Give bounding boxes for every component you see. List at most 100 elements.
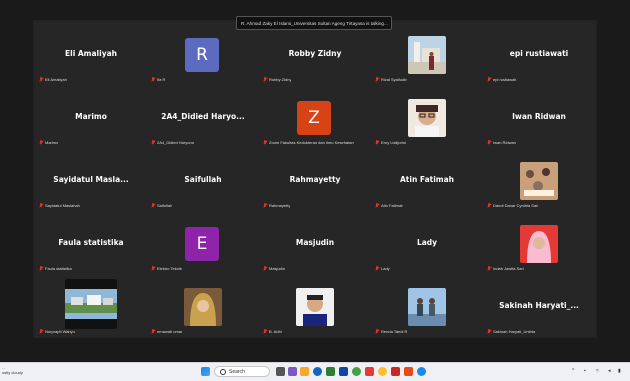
app-icon-3[interactable] bbox=[339, 367, 348, 376]
participant-tile[interactable]: Rizal Syaifudin bbox=[371, 22, 483, 85]
zoom-gallery-view: Eli Amaliyah Eli Amaliyah R Ifa R Robby Zidn… bbox=[0, 0, 630, 362]
participant-video bbox=[408, 288, 446, 326]
participant-video bbox=[520, 162, 558, 200]
app-tray-icon[interactable]: ▪ bbox=[584, 368, 586, 374]
chevron-up-icon[interactable]: ^ bbox=[572, 368, 574, 374]
mic-muted-icon bbox=[263, 266, 267, 271]
participant-name-label: Nurprapti Wahyu bbox=[39, 329, 75, 334]
participant-name-label: Dandi Danar Cynthia Sari bbox=[487, 203, 538, 208]
participant-name-label: Marimo bbox=[39, 140, 58, 145]
task-view-icon[interactable] bbox=[276, 367, 285, 376]
app-icon-2[interactable] bbox=[326, 367, 335, 376]
participant-tile[interactable]: 2A4_Didied Haryo... 2A4_Didied Haryono bbox=[147, 85, 259, 148]
participant-tile[interactable]: B. Adhi bbox=[259, 274, 371, 337]
participant-tile[interactable]: Iwan Ridwan Iwan Ridwan bbox=[483, 85, 595, 148]
volume-icon[interactable]: ◂ bbox=[608, 368, 611, 374]
participant-display-name: Sayidatul Masla... bbox=[53, 175, 129, 184]
wifi-icon[interactable]: ≈ bbox=[596, 368, 599, 374]
participant-name: Indah Jawita Sari bbox=[493, 266, 524, 271]
app-icon-4[interactable] bbox=[352, 367, 361, 376]
participant-tile[interactable]: Z Zoom Fakultas Kedokteran dan Ilmu Keseh… bbox=[259, 85, 371, 148]
participant-name: Dandi Danar Cynthia Sari bbox=[493, 203, 539, 208]
participant-name: Marimo bbox=[45, 140, 59, 145]
participant-tile[interactable]: epi rustiawati epi rustiawati bbox=[483, 22, 595, 85]
app-icon-1[interactable] bbox=[288, 367, 297, 376]
participant-name-label: Sayidatul Maslahah bbox=[39, 203, 80, 208]
app-icon-7[interactable] bbox=[404, 367, 413, 376]
mic-muted-icon bbox=[151, 266, 155, 271]
participant-video bbox=[184, 288, 222, 326]
participant-display-name: epi rustiawati bbox=[509, 49, 569, 58]
search-placeholder: Search bbox=[229, 368, 245, 375]
participant-name: B. Adhi bbox=[269, 329, 282, 334]
participant-name: Nurprapti Wahyu bbox=[45, 329, 75, 334]
mic-muted-icon bbox=[375, 329, 379, 334]
chrome-icon[interactable] bbox=[378, 367, 387, 376]
participant-tile[interactable]: Atin Fatimah Atin Fatimah bbox=[371, 148, 483, 211]
zoom-icon[interactable] bbox=[417, 367, 426, 376]
participant-name: Erny Listijorini bbox=[381, 140, 406, 145]
participant-name-label: Faula statistika bbox=[39, 266, 72, 271]
participant-tile[interactable]: Marimo Marimo bbox=[35, 85, 147, 148]
file-explorer-icon[interactable] bbox=[300, 367, 309, 376]
battery-icon[interactable]: ▮ bbox=[618, 368, 621, 374]
participant-name-label: Lady bbox=[375, 266, 390, 271]
participant-display-name: Eli Amaliyah bbox=[65, 49, 117, 58]
participant-video bbox=[520, 225, 558, 263]
participant-name-label: Indah Jawita Sari bbox=[487, 266, 524, 271]
participant-tile[interactable]: Renda Taedi R bbox=[371, 274, 483, 337]
participant-tile[interactable]: Nurprapti Wahyu bbox=[35, 274, 147, 337]
participant-name: Ifa R bbox=[157, 77, 166, 82]
participant-tile[interactable]: Erny Listijorini bbox=[371, 85, 483, 148]
app-icon-5[interactable] bbox=[365, 367, 374, 376]
participant-tile[interactable]: E Elektro Teknik bbox=[147, 211, 259, 274]
mic-muted-icon bbox=[487, 266, 491, 271]
search-icon bbox=[220, 369, 226, 375]
participant-display-name: Robby Zidny bbox=[288, 49, 342, 58]
participant-tile[interactable]: Eli Amaliyah Eli Amaliyah bbox=[35, 22, 147, 85]
participant-name: Iwan Ridwan bbox=[493, 140, 516, 145]
weather-widget[interactable]: ... ostly cloudy bbox=[2, 365, 23, 375]
avatar: R bbox=[185, 38, 219, 72]
mic-muted-icon bbox=[263, 329, 267, 334]
participant-tile[interactable]: Faula statistika Faula statistika bbox=[35, 211, 147, 274]
participant-name-label: Sakinah Haryati_Untirta bbox=[487, 329, 535, 334]
search-box[interactable]: Search bbox=[214, 366, 270, 377]
weather-desc: ostly cloudy bbox=[2, 370, 23, 375]
participant-tile[interactable]: Rahmayetty Rahmayetty bbox=[259, 148, 371, 211]
participant-display-name: Marimo bbox=[75, 112, 107, 121]
start-icon[interactable] bbox=[201, 367, 210, 376]
participant-grid: Eli Amaliyah Eli Amaliyah R Ifa R Robby Zidn… bbox=[33, 20, 597, 338]
participant-tile[interactable]: R Ifa R bbox=[147, 22, 259, 85]
mic-muted-icon bbox=[487, 140, 491, 145]
participant-name: Robby Zidny bbox=[269, 77, 292, 82]
participant-tile[interactable]: Dandi Danar Cynthia Sari bbox=[483, 148, 595, 211]
participant-name: Rahmayetty bbox=[269, 203, 291, 208]
participant-name-label: Masjudin bbox=[263, 266, 285, 271]
mic-muted-icon bbox=[487, 203, 491, 208]
edge-icon[interactable] bbox=[313, 367, 322, 376]
mic-muted-icon bbox=[39, 140, 43, 145]
mic-muted-icon bbox=[39, 329, 43, 334]
participant-name: Renda Taedi R bbox=[381, 329, 408, 334]
participant-tile[interactable]: Saifullah Saifullah bbox=[147, 148, 259, 211]
participant-tile[interactable]: Lady Lady bbox=[371, 211, 483, 274]
mic-muted-icon bbox=[151, 77, 155, 82]
participant-name-label: Rahmayetty bbox=[263, 203, 290, 208]
mic-muted-icon bbox=[151, 203, 155, 208]
participant-name-label: Iwan Ridwan bbox=[487, 140, 516, 145]
participant-video bbox=[296, 288, 334, 326]
participant-tile[interactable]: Sakinah Haryati_... Sakinah Haryati_Untir… bbox=[483, 274, 595, 337]
participant-video bbox=[408, 36, 446, 74]
participant-name-label: 2A4_Didied Haryono bbox=[151, 140, 194, 145]
participant-tile[interactable]: Robby Zidny Robby Zidny bbox=[259, 22, 371, 85]
participant-name-label: Erny Listijorini bbox=[375, 140, 406, 145]
participant-tile[interactable]: Sayidatul Masla... Sayidatul Maslahah bbox=[35, 148, 147, 211]
participant-tile[interactable]: ernawati umar bbox=[147, 274, 259, 337]
app-icon-6[interactable] bbox=[391, 367, 400, 376]
participant-tile[interactable]: Masjudin Masjudin bbox=[259, 211, 371, 274]
participant-name-label: Elektro Teknik bbox=[151, 266, 182, 271]
mic-muted-icon bbox=[39, 203, 43, 208]
participant-tile[interactable]: Indah Jawita Sari bbox=[483, 211, 595, 274]
participant-name: Lady bbox=[381, 266, 390, 271]
